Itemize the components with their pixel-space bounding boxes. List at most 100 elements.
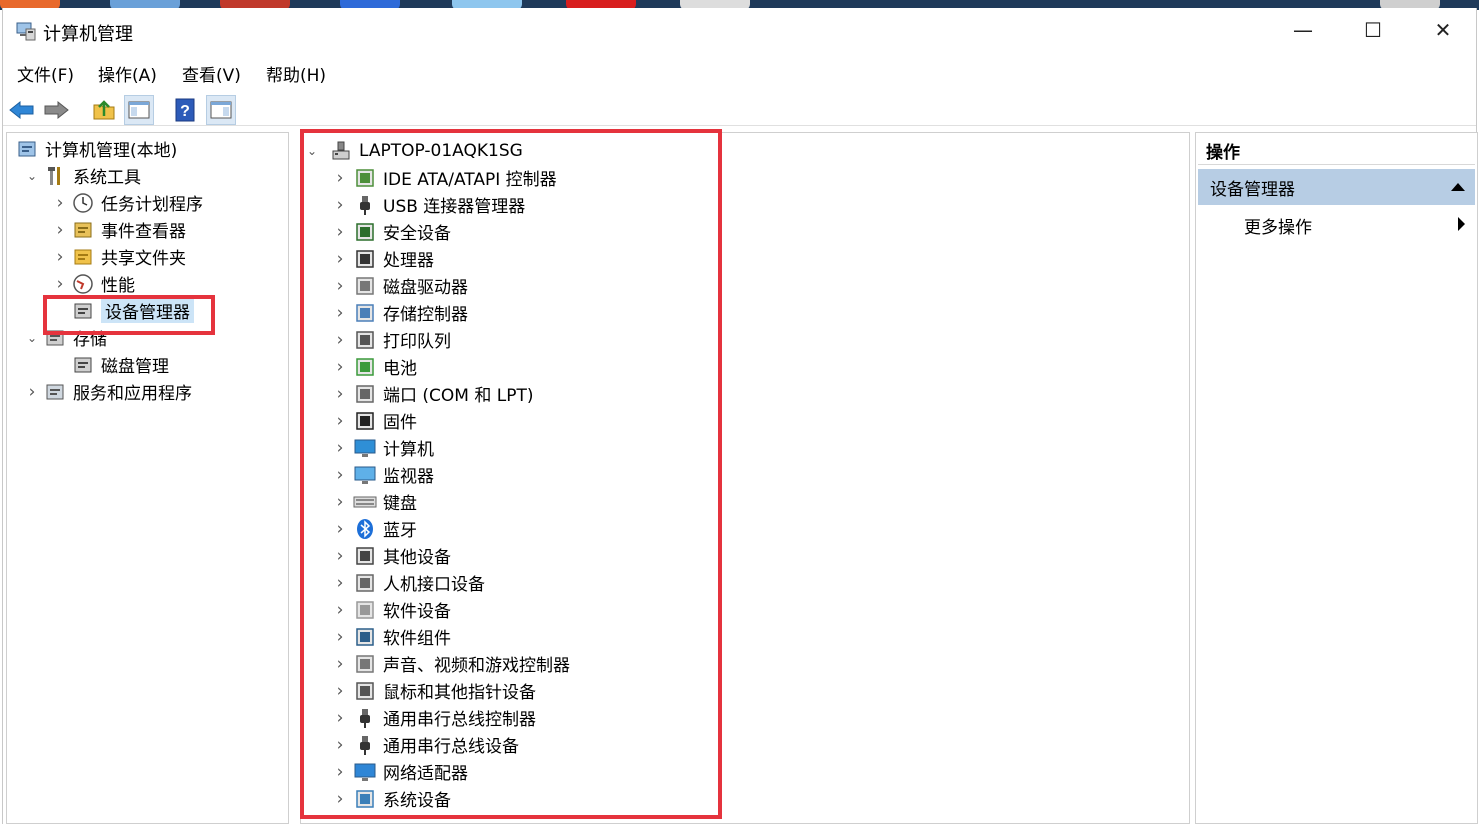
console-tree-item[interactable]: 设备管理器: [53, 297, 194, 324]
chevron-down-icon[interactable]: ⌄: [25, 324, 39, 351]
submenu-arrow-icon[interactable]: [1458, 217, 1465, 231]
chevron-right-icon[interactable]: ›: [53, 189, 67, 216]
chevron-right-icon[interactable]: ›: [333, 299, 347, 326]
chevron-right-icon[interactable]: ›: [333, 353, 347, 380]
chevron-right-icon[interactable]: ›: [333, 434, 347, 461]
device-category-row[interactable]: › 固件: [333, 407, 417, 434]
chevron-right-icon[interactable]: ›: [333, 731, 347, 758]
chevron-right-icon[interactable]: ›: [333, 569, 347, 596]
show-hide-console-tree-button[interactable]: [124, 95, 154, 125]
console-tree-item[interactable]: 磁盘管理: [53, 351, 169, 378]
menu-help[interactable]: 帮助(H): [266, 61, 326, 86]
usb-connector-icon: [353, 193, 377, 217]
chevron-right-icon[interactable]: ›: [333, 461, 347, 488]
menu-file[interactable]: 文件(F): [17, 61, 74, 86]
device-category-row[interactable]: › 打印队列: [333, 326, 451, 353]
device-category-label: IDE ATA/ATAPI 控制器: [383, 170, 557, 190]
console-tree-item[interactable]: 计算机管理(本地): [11, 135, 177, 162]
device-category-row[interactable]: › 监视器: [333, 461, 434, 488]
chevron-right-icon[interactable]: ›: [333, 704, 347, 731]
device-category-row[interactable]: › 其他设备: [333, 542, 451, 569]
menu-view[interactable]: 查看(V): [182, 61, 241, 86]
device-category-row[interactable]: › 键盘: [333, 488, 417, 515]
tools-icon: [43, 164, 67, 188]
battery-icon: [353, 355, 377, 379]
device-category-row[interactable]: › USB 连接器管理器: [333, 191, 526, 218]
chevron-right-icon[interactable]: ›: [333, 650, 347, 677]
chevron-right-icon[interactable]: ›: [53, 270, 67, 297]
device-category-row[interactable]: › 软件设备: [333, 596, 451, 623]
menu-action[interactable]: 操作(A): [98, 61, 157, 86]
chevron-right-icon[interactable]: ›: [333, 515, 347, 542]
device-category-row[interactable]: › 声音、视频和游戏控制器: [333, 650, 570, 677]
chevron-right-icon[interactable]: ›: [53, 243, 67, 270]
chevron-right-icon[interactable]: ›: [333, 245, 347, 272]
console-tree-label: 事件查看器: [101, 222, 186, 242]
chevron-right-icon[interactable]: ›: [333, 623, 347, 650]
device-category-row[interactable]: › 安全设备: [333, 218, 451, 245]
chevron-right-icon[interactable]: ›: [333, 326, 347, 353]
other-devices-icon: [353, 544, 377, 568]
device-category-row[interactable]: › 计算机: [333, 434, 434, 461]
device-category-row[interactable]: › 通用串行总线控制器: [333, 704, 536, 731]
device-category-row[interactable]: › 系统设备: [333, 785, 451, 812]
chevron-right-icon[interactable]: ›: [333, 758, 347, 785]
console-tree-item[interactable]: › 服务和应用程序: [25, 378, 192, 405]
port-icon: [353, 382, 377, 406]
forward-button[interactable]: [41, 95, 71, 125]
device-category-row[interactable]: › 通用串行总线设备: [333, 731, 519, 758]
chevron-right-icon[interactable]: ›: [333, 272, 347, 299]
device-category-row[interactable]: › 磁盘驱动器: [333, 272, 468, 299]
minimize-button[interactable]: —: [1268, 8, 1338, 52]
chevron-right-icon[interactable]: ›: [333, 164, 347, 191]
chevron-right-icon[interactable]: ›: [333, 542, 347, 569]
console-tree-item[interactable]: › 任务计划程序: [53, 189, 203, 216]
chevron-right-icon[interactable]: ›: [333, 191, 347, 218]
device-category-row[interactable]: › 软件组件: [333, 623, 451, 650]
usb-controller-icon: [353, 706, 377, 730]
device-category-row[interactable]: › 网络适配器: [333, 758, 468, 785]
device-category-label: 电池: [383, 359, 417, 379]
help-button[interactable]: ?: [170, 95, 200, 125]
device-category-row[interactable]: › 处理器: [333, 245, 434, 272]
chevron-right-icon[interactable]: ›: [333, 407, 347, 434]
chevron-right-icon[interactable]: ›: [333, 677, 347, 704]
console-tree-item[interactable]: ⌄ 存储: [25, 324, 107, 351]
computer-management-icon: [15, 137, 39, 161]
console-tree-item[interactable]: ⌄ 系统工具: [25, 162, 141, 189]
device-category-row[interactable]: › 电池: [333, 353, 417, 380]
maximize-button[interactable]: ☐: [1338, 8, 1408, 52]
device-category-row[interactable]: › IDE ATA/ATAPI 控制器: [333, 164, 557, 191]
back-button[interactable]: [7, 95, 37, 125]
device-category-label: 网络适配器: [383, 764, 468, 784]
actions-section-device-manager[interactable]: 设备管理器: [1198, 169, 1475, 205]
device-category-row[interactable]: › 人机接口设备: [333, 569, 485, 596]
actions-section-label: 设备管理器: [1210, 179, 1295, 200]
chevron-right-icon[interactable]: ›: [333, 380, 347, 407]
chevron-down-icon[interactable]: ⌄: [305, 137, 319, 164]
chevron-right-icon[interactable]: ›: [333, 596, 347, 623]
toolbar: ?: [3, 92, 1476, 126]
show-hide-action-pane-button[interactable]: [206, 95, 236, 125]
chevron-right-icon[interactable]: ›: [333, 785, 347, 812]
chevron-right-icon[interactable]: ›: [25, 378, 39, 405]
chevron-down-icon[interactable]: ⌄: [25, 162, 39, 189]
console-tree-item[interactable]: › 共享文件夹: [53, 243, 186, 270]
chevron-right-icon[interactable]: ›: [333, 488, 347, 515]
chevron-right-icon[interactable]: ›: [333, 218, 347, 245]
collapse-up-icon[interactable]: [1451, 183, 1465, 191]
device-root-label: LAPTOP-01AQK1SG: [359, 140, 523, 161]
console-tree-item[interactable]: › 性能: [53, 270, 135, 297]
chevron-right-icon[interactable]: ›: [53, 216, 67, 243]
up-one-level-button[interactable]: [89, 95, 119, 125]
network-adapter-icon: [353, 760, 377, 784]
device-category-row[interactable]: › 存储控制器: [333, 299, 468, 326]
console-tree-item[interactable]: › 事件查看器: [53, 216, 186, 243]
device-category-row[interactable]: › 鼠标和其他指针设备: [333, 677, 536, 704]
more-actions-item[interactable]: 更多操作: [1244, 213, 1312, 238]
device-root-row[interactable]: ⌄ LAPTOP-01AQK1SG: [305, 137, 523, 164]
window-title: 计算机管理: [43, 24, 133, 45]
device-category-row[interactable]: › 蓝牙: [333, 515, 417, 542]
device-category-row[interactable]: › 端口 (COM 和 LPT): [333, 380, 534, 407]
close-button[interactable]: ✕: [1408, 8, 1478, 52]
